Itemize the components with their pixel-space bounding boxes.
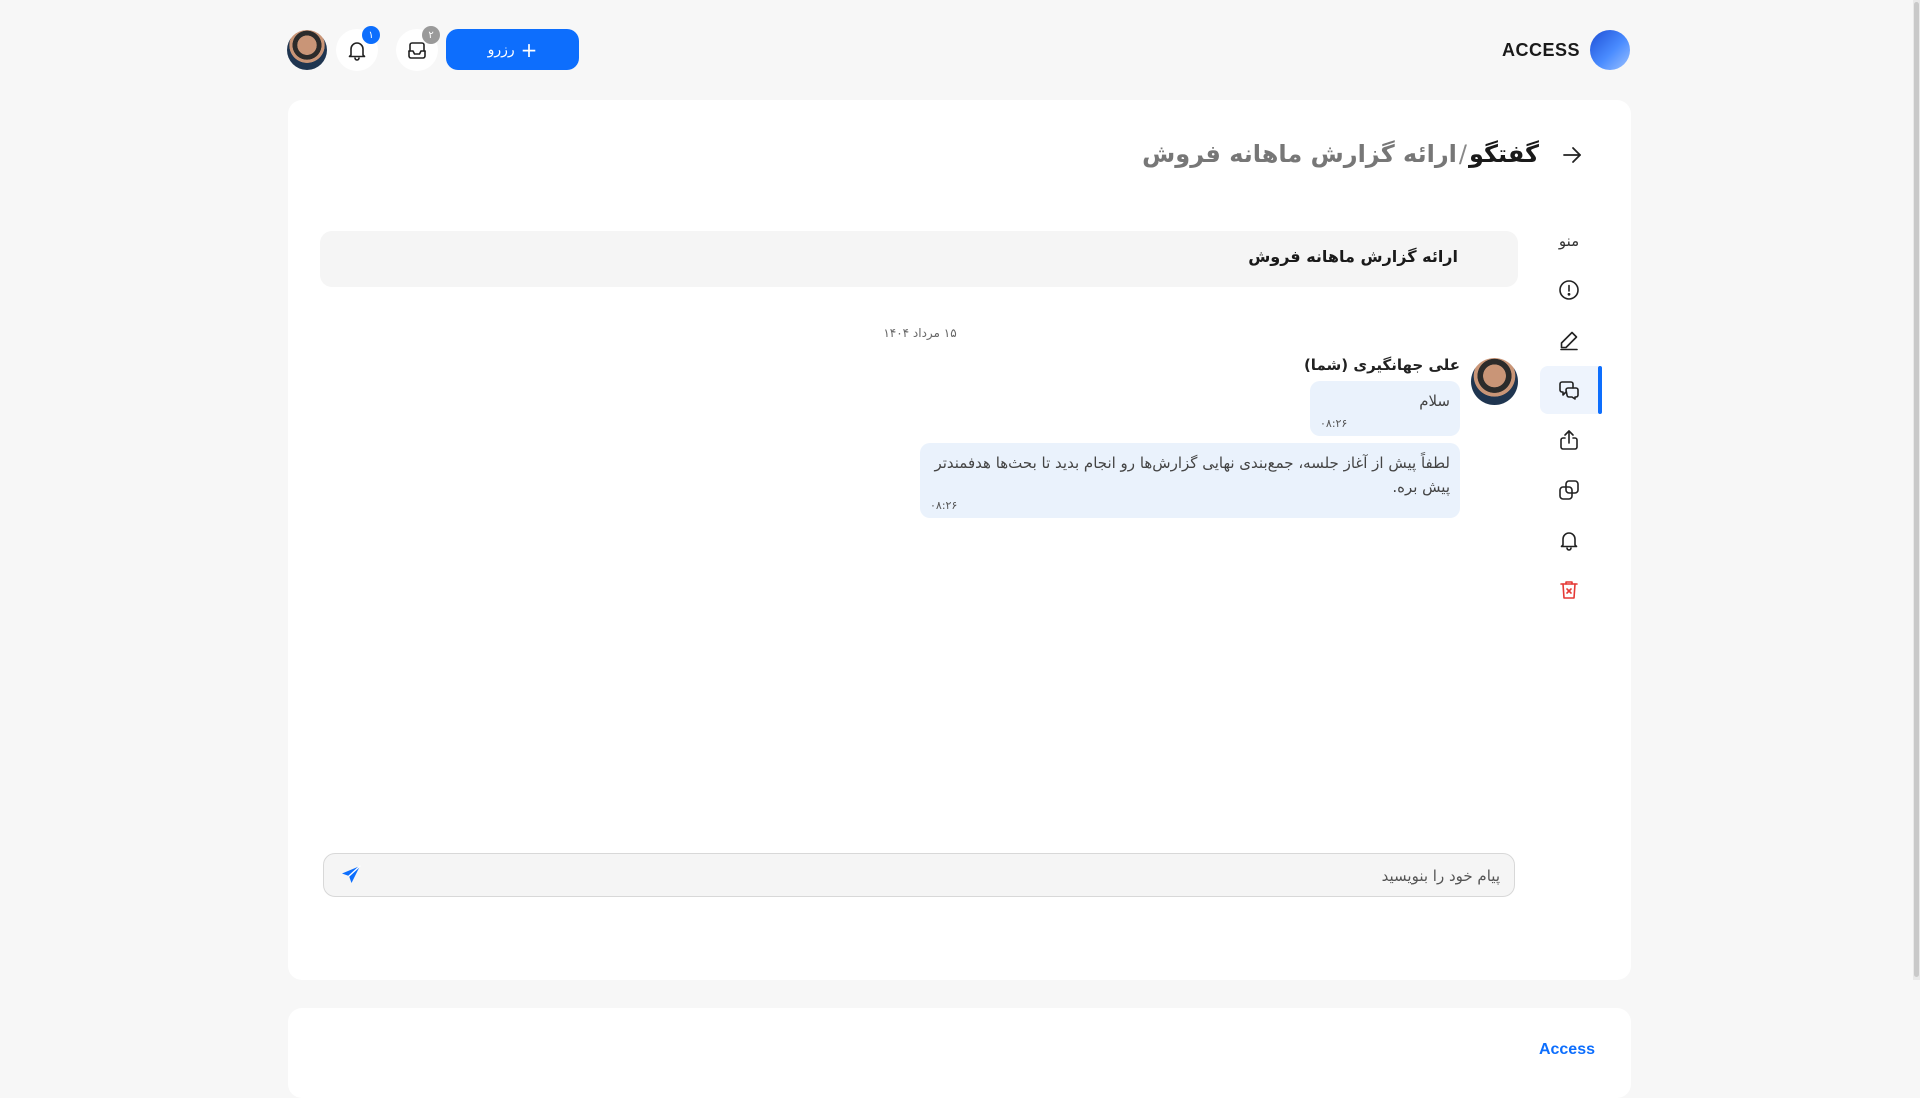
menu-item-chat[interactable] bbox=[1540, 366, 1602, 414]
info-icon bbox=[1559, 280, 1579, 300]
inbox-badge: ۲ bbox=[422, 26, 440, 44]
message-time: ۰۸:۲۶ bbox=[1320, 417, 1348, 430]
conversation-title-bar: ارائه گزارش ماهانه فروش bbox=[320, 231, 1518, 287]
message-bubble[interactable]: لطفاً پیش از آغاز جلسه، جمع‌بندی نهایی گ… bbox=[920, 443, 1460, 518]
logo-text: ACCESS bbox=[1501, 39, 1580, 60]
menu-item-copy[interactable] bbox=[1540, 466, 1598, 514]
chat-icon bbox=[1559, 381, 1579, 400]
date-separator: ۱۵ مرداد ۱۴۰۴ bbox=[883, 326, 957, 340]
menu-item-info[interactable] bbox=[1540, 266, 1598, 314]
message-text: لطفاً پیش از آغاز جلسه، جمع‌بندی نهایی گ… bbox=[934, 454, 1450, 496]
footer bbox=[288, 1008, 1631, 1098]
menu-item-edit[interactable] bbox=[1540, 316, 1598, 364]
user-avatar[interactable] bbox=[287, 30, 327, 70]
reserve-button[interactable]: رزرو + bbox=[446, 29, 579, 70]
sender-avatar bbox=[1471, 358, 1518, 405]
bell-icon bbox=[1560, 532, 1578, 551]
back-arrow-icon[interactable] bbox=[1560, 143, 1584, 167]
send-icon[interactable] bbox=[339, 863, 363, 887]
reserve-label: رزرو bbox=[487, 41, 515, 58]
copy-icon bbox=[1559, 480, 1579, 500]
message-bubble[interactable]: سلام ۰۸:۲۶ bbox=[1310, 381, 1460, 436]
scrollbar-thumb[interactable] bbox=[1914, 2, 1919, 977]
plus-icon: + bbox=[520, 37, 538, 62]
menu-item-notifications[interactable] bbox=[1540, 516, 1598, 564]
share-icon bbox=[1560, 430, 1578, 450]
notifications-button[interactable]: ۱ bbox=[336, 26, 380, 71]
message-input[interactable] bbox=[374, 854, 1502, 898]
sender-name: علی جهانگیری (شما) bbox=[1303, 356, 1460, 374]
page-scrollbar[interactable] bbox=[1913, 0, 1920, 980]
breadcrumb-current: ارائه گزارش ماهانه فروش bbox=[1142, 140, 1457, 168]
menu-item-delete[interactable] bbox=[1540, 566, 1598, 614]
logo-icon bbox=[1590, 30, 1630, 70]
edit-icon bbox=[1560, 331, 1578, 351]
breadcrumb-main[interactable]: گفتگو bbox=[1469, 140, 1539, 168]
conversation-title: ارائه گزارش ماهانه فروش bbox=[1248, 247, 1458, 266]
breadcrumb: گفتگو / ارائه گزارش ماهانه فروش bbox=[1142, 140, 1539, 168]
message-composer bbox=[323, 853, 1515, 898]
notifications-badge: ۱ bbox=[362, 26, 380, 44]
breadcrumb-separator: / bbox=[1458, 140, 1467, 168]
menu-item-share[interactable] bbox=[1540, 416, 1598, 464]
logo[interactable]: ACCESS bbox=[1502, 29, 1630, 71]
menu-title: منو bbox=[1558, 232, 1580, 250]
message-text: سلام bbox=[1419, 392, 1450, 410]
inbox-button[interactable]: ۲ bbox=[396, 26, 440, 71]
footer-brand[interactable]: Access bbox=[1539, 1041, 1595, 1059]
message-time: ۰۸:۲۶ bbox=[930, 499, 958, 512]
trash-icon bbox=[1560, 581, 1578, 599]
